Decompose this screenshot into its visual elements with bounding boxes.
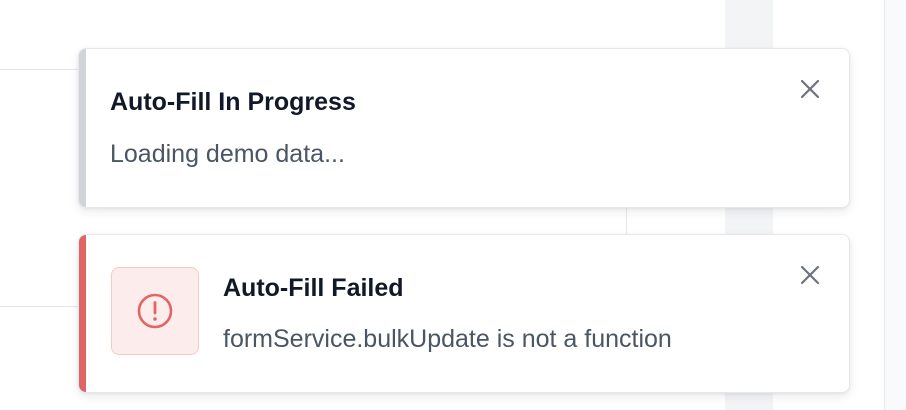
toast-message: formService.bulkUpdate is not a function (223, 325, 672, 353)
close-icon (800, 265, 820, 285)
close-icon (800, 79, 820, 99)
toast-title: Auto-Fill In Progress (110, 88, 356, 116)
toast-autofill-progress: Auto-Fill In Progress Loading demo data.… (78, 48, 850, 208)
toast-close-button[interactable] (797, 76, 823, 102)
toast-title: Auto-Fill Failed (223, 274, 404, 302)
background-panel-strip (885, 0, 906, 410)
toast-close-button[interactable] (797, 262, 823, 288)
error-icon-container (111, 267, 199, 355)
alert-circle-icon (137, 293, 173, 329)
toast-message: Loading demo data... (110, 140, 345, 168)
toast-autofill-failed: Auto-Fill Failed formService.bulkUpdate … (78, 234, 850, 393)
